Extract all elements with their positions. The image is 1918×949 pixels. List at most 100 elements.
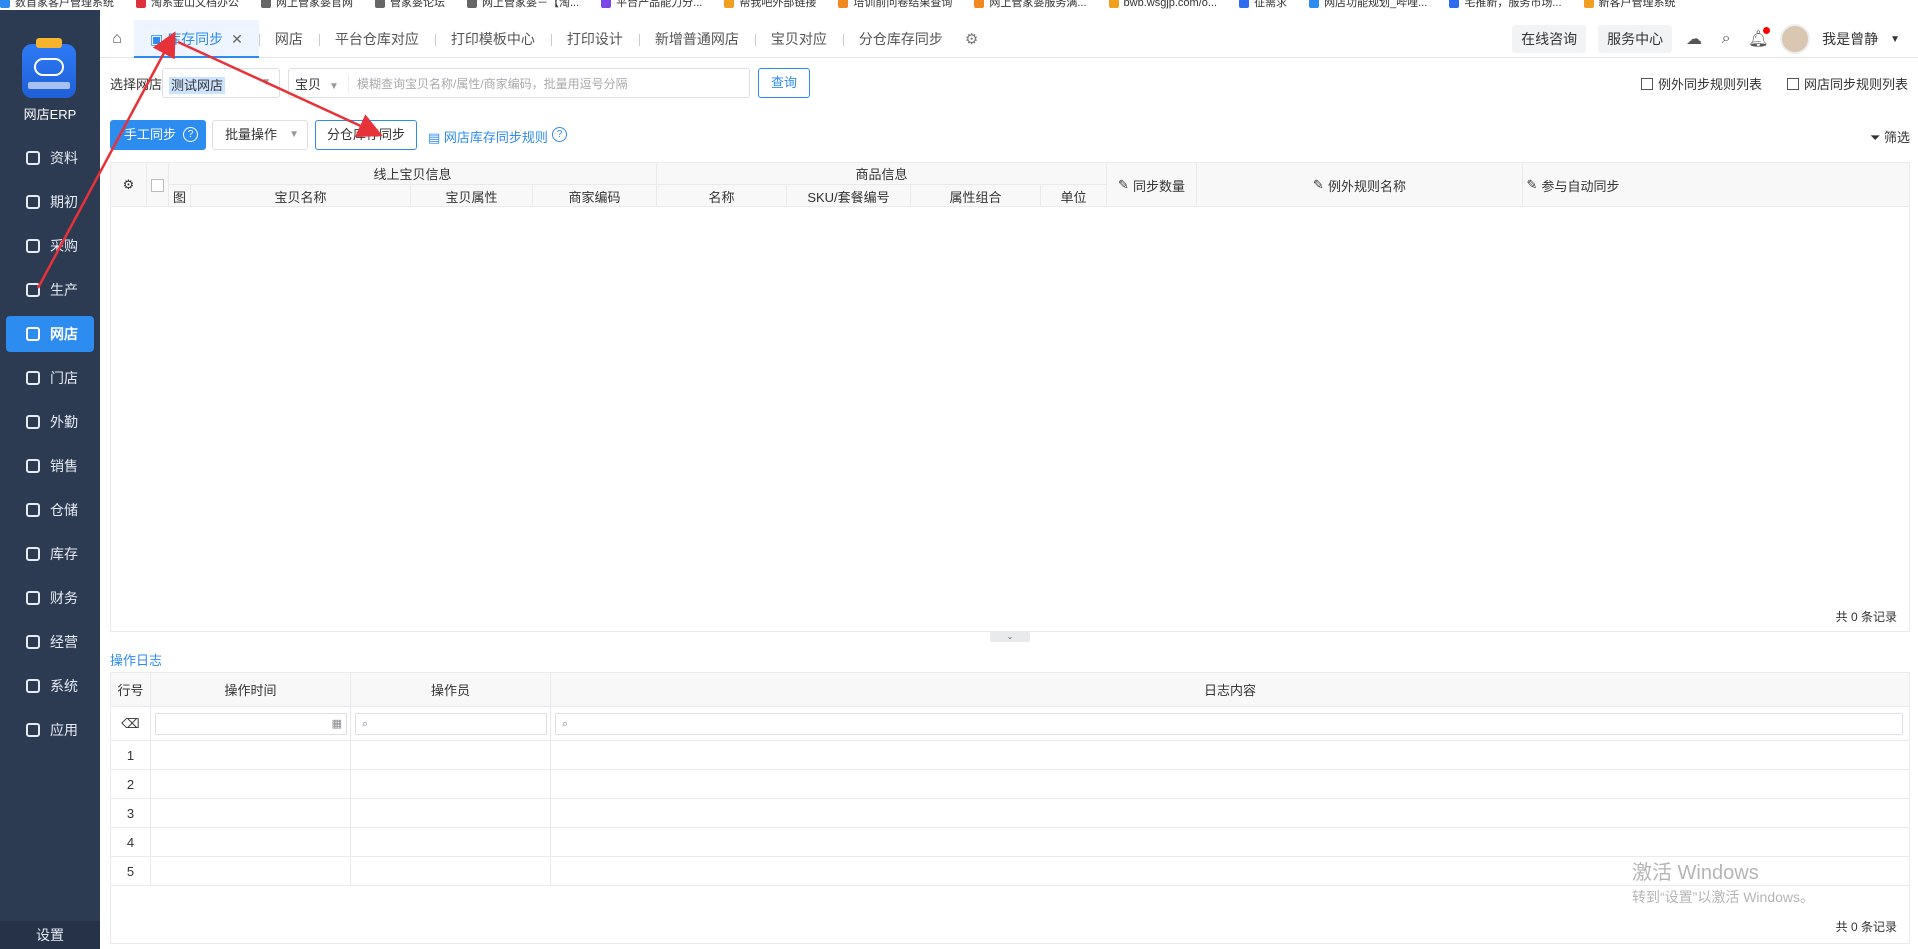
sidebar-item-9[interactable]: 库存 <box>6 536 94 572</box>
tab-2[interactable]: 平台仓库对应 <box>318 20 435 58</box>
settings-button[interactable]: 设置 <box>0 921 100 949</box>
bookmark-item[interactable]: 培训前问卷结果查询 <box>838 0 952 10</box>
table-row[interactable]: 3 <box>111 799 1909 828</box>
op-time-filter[interactable]: ▦ <box>155 713 347 735</box>
bell-icon[interactable]: 🔔︎ <box>1748 27 1771 49</box>
bookmark-item[interactable]: 网店功能规划_哔哩... <box>1309 0 1427 10</box>
bookmark-item[interactable]: 宅推新，服务市场... <box>1449 0 1562 10</box>
username[interactable]: 我是曾静 <box>1822 29 1878 49</box>
operator-filter[interactable]: ⌕ <box>355 713 547 735</box>
bookmark-item[interactable]: 征需求 <box>1239 0 1287 10</box>
search-icon[interactable]: ⌕ <box>1716 30 1736 48</box>
manual-sync-button[interactable]: 手工同步? <box>110 120 206 150</box>
table-row[interactable]: 1 <box>111 741 1909 770</box>
cloud-download-icon[interactable]: ☁ <box>1684 29 1704 49</box>
filter-button[interactable]: ⏷ 筛选 <box>1870 127 1910 146</box>
shop-select[interactable]: 测试网店 ▼ <box>162 68 280 98</box>
col-goods-name[interactable]: 名称 <box>657 185 787 207</box>
col-unit[interactable]: 单位 <box>1041 185 1107 207</box>
col-item-name[interactable]: 宝贝名称 <box>191 185 411 207</box>
help-icon[interactable]: ? <box>183 127 198 142</box>
select-all-checkbox[interactable] <box>147 163 169 207</box>
table-header: ⚙ 线上宝贝信息 商品信息 图 宝贝名称 宝贝属性 商家编码 名称 SKU/套餐… <box>111 163 1909 207</box>
col-sku[interactable]: SKU/套餐编号 <box>787 185 911 207</box>
split-warehouse-sync-button[interactable]: 分仓库存同步 <box>315 120 417 150</box>
col-auto-sync[interactable]: ✎ 参与自动同步 <box>1523 163 1623 207</box>
app-logo[interactable] <box>22 38 76 98</box>
service-center-button[interactable]: 服务中心 <box>1598 25 1673 53</box>
tab-settings-icon[interactable]: ⚙ <box>965 30 978 48</box>
table-row[interactable]: 2 <box>111 770 1909 799</box>
col-item-attr[interactable]: 宝贝属性 <box>411 185 533 207</box>
sidebar-item-11[interactable]: 经营 <box>6 624 94 660</box>
tab-3[interactable]: 打印模板中心 <box>434 20 551 58</box>
table-cell <box>351 828 551 856</box>
sidebar-item-10[interactable]: 财务 <box>6 580 94 616</box>
tab-0[interactable]: ▣ 库存同步 ✕ <box>134 19 259 58</box>
tab-4[interactable]: 打印设计 <box>550 20 639 58</box>
avatar[interactable] <box>1780 24 1811 54</box>
sidebar-item-label: 财务 <box>50 590 78 606</box>
sidebar-item-3[interactable]: 生产 <box>6 272 94 308</box>
bookmark-item[interactable]: 淘系金山文档办公 <box>136 0 239 10</box>
col-sync-qty[interactable]: ✎ 同步数量 <box>1107 163 1197 207</box>
bookmark-favicon-icon <box>601 0 612 9</box>
bookmark-item[interactable]: 管家婆论坛 <box>375 0 445 10</box>
table-cell <box>351 857 551 885</box>
calendar-icon[interactable]: ▦ <box>332 714 342 734</box>
clear-filter-icon[interactable]: ⌫ <box>111 707 151 740</box>
close-icon[interactable]: ✕ <box>231 31 243 47</box>
col-op-time[interactable]: 操作时间 <box>151 673 351 706</box>
menu-icon <box>26 635 40 649</box>
col-operator[interactable]: 操作员 <box>351 673 551 706</box>
log-content-filter[interactable]: ⌕ <box>555 713 1903 735</box>
table-cell <box>151 828 351 856</box>
table-cell <box>151 799 351 827</box>
collapse-toggle[interactable]: ⌄ <box>990 632 1030 642</box>
bookmark-item[interactable]: 数首家客户管理系统 <box>0 0 114 10</box>
table-cell <box>351 741 551 769</box>
search-type-select[interactable]: 宝贝 ▼ <box>289 73 349 93</box>
tab-page-icon: ▣ <box>150 30 168 47</box>
col-log-content[interactable]: 日志内容 <box>551 673 1909 706</box>
sidebar-item-6[interactable]: 外勤 <box>6 404 94 440</box>
sidebar-item-2[interactable]: 采购 <box>6 228 94 264</box>
chevron-down-icon[interactable]: ▼ <box>1890 34 1900 45</box>
tab-1[interactable]: 网店 <box>258 20 319 58</box>
bookmark-item[interactable]: 新客户管理系统 <box>1583 0 1676 10</box>
home-icon[interactable]: ⌂ <box>100 30 134 48</box>
exception-rules-link[interactable]: 例外同步规则列表 <box>1640 74 1762 93</box>
bookmark-item[interactable]: bwb.wsgjp.com/o... <box>1108 0 1217 9</box>
column-settings-icon[interactable]: ⚙ <box>111 163 147 207</box>
query-button[interactable]: 查询 <box>758 68 810 98</box>
tab-7[interactable]: 分仓库存同步 <box>842 20 959 58</box>
sidebar-item-1[interactable]: 期初 <box>6 184 94 220</box>
shop-rules-link[interactable]: 网店同步规则列表 <box>1786 74 1908 93</box>
col-exception-rule[interactable]: ✎ 例外规则名称 <box>1197 163 1523 207</box>
col-merchant-code[interactable]: 商家编码 <box>533 185 657 207</box>
bookmark-item[interactable]: 帮我吧外部链接 <box>724 0 816 10</box>
sidebar-item-label: 资料 <box>50 150 78 166</box>
sidebar-item-13[interactable]: 应用 <box>6 712 94 748</box>
online-consult-button[interactable]: 在线咨询 <box>1512 25 1587 53</box>
bookmark-item[interactable]: 网上管家婆－【淘... <box>467 0 579 10</box>
tab-6[interactable]: 宝贝对应 <box>754 20 843 58</box>
table-row[interactable]: 4 <box>111 828 1909 857</box>
help-icon[interactable]: ? <box>552 127 567 142</box>
chevron-down-icon: ▼ <box>289 129 299 140</box>
sidebar-item-4[interactable]: 网店 <box>6 316 94 352</box>
table-cell <box>151 741 351 769</box>
sync-rule-link[interactable]: ▤ 网店库存同步规则 <box>428 127 548 146</box>
sidebar-item-5[interactable]: 门店 <box>6 360 94 396</box>
sidebar-item-12[interactable]: 系统 <box>6 668 94 704</box>
bookmark-item[interactable]: 网上管家婆官网 <box>261 0 353 10</box>
sidebar-item-0[interactable]: 资料 <box>6 140 94 176</box>
col-attr-combo[interactable]: 属性组合 <box>911 185 1041 207</box>
bookmark-item[interactable]: 平台产品能力分... <box>601 0 702 10</box>
sidebar-item-8[interactable]: 仓储 <box>6 492 94 528</box>
tab-5[interactable]: 新增普通网店 <box>638 20 755 58</box>
search-input[interactable]: 模糊查询宝贝名称/属性/商家编码，批量用逗号分隔 <box>349 75 628 92</box>
sidebar-item-7[interactable]: 销售 <box>6 448 94 484</box>
bookmark-item[interactable]: 网上管家婆服务满... <box>974 0 1087 10</box>
batch-operation-dropdown[interactable]: 批量操作 ▼ <box>212 120 308 150</box>
